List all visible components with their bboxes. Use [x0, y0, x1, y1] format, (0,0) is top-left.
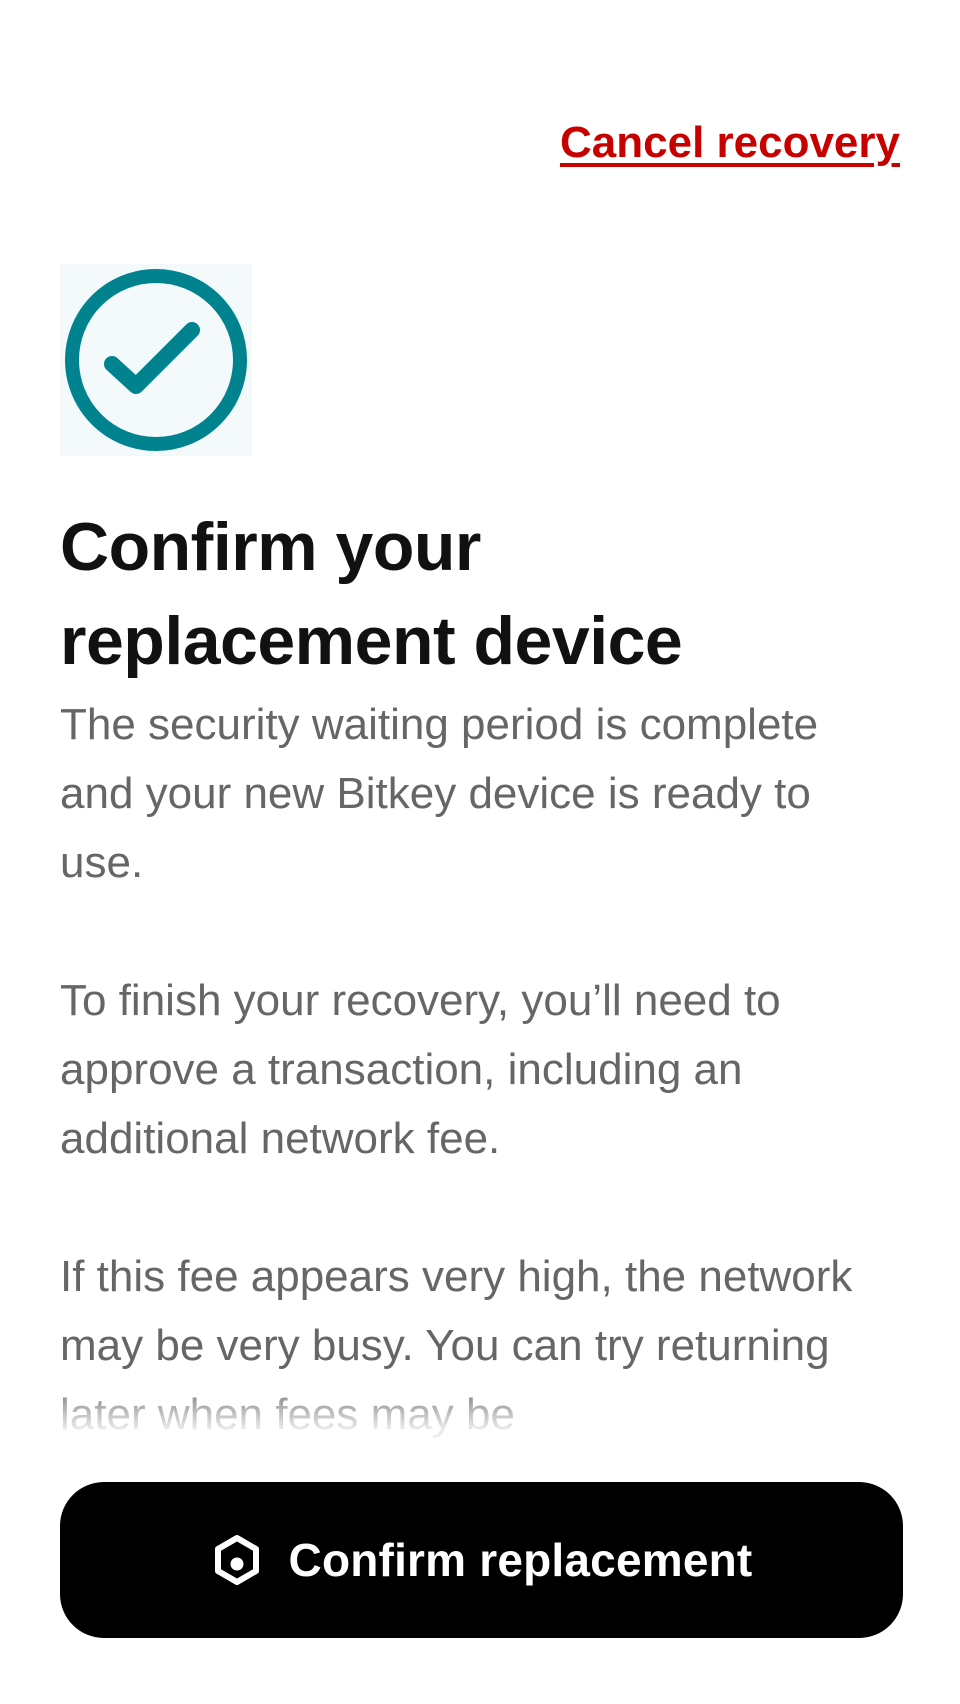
- confirm-replacement-label: Confirm replacement: [288, 1534, 753, 1586]
- description-paragraph-1: The security waiting period is complete …: [60, 700, 819, 887]
- description-paragraph-2: To finish your recovery, you’ll need to …: [60, 976, 781, 1163]
- description: The security waiting period is complete …: [60, 690, 900, 1449]
- page-title-line-2: replacement device: [60, 603, 683, 679]
- confirm-replacement-screen: Cancel recovery Confirm your replacement…: [0, 0, 960, 1704]
- confirm-replacement-button[interactable]: Confirm replacement: [60, 1482, 903, 1638]
- description-paragraph-3: If this fee appears very high, the netwo…: [60, 1252, 853, 1439]
- bitkey-device-icon: [211, 1534, 263, 1586]
- main-content: Confirm your replacement device The secu…: [60, 500, 900, 1450]
- hero-icon-container: [60, 264, 252, 456]
- check-circle-icon: [65, 269, 247, 451]
- page-title-line-1: Confirm your: [60, 509, 481, 585]
- cancel-recovery-link[interactable]: Cancel recovery: [560, 118, 900, 168]
- page-title: Confirm your replacement device: [60, 500, 900, 688]
